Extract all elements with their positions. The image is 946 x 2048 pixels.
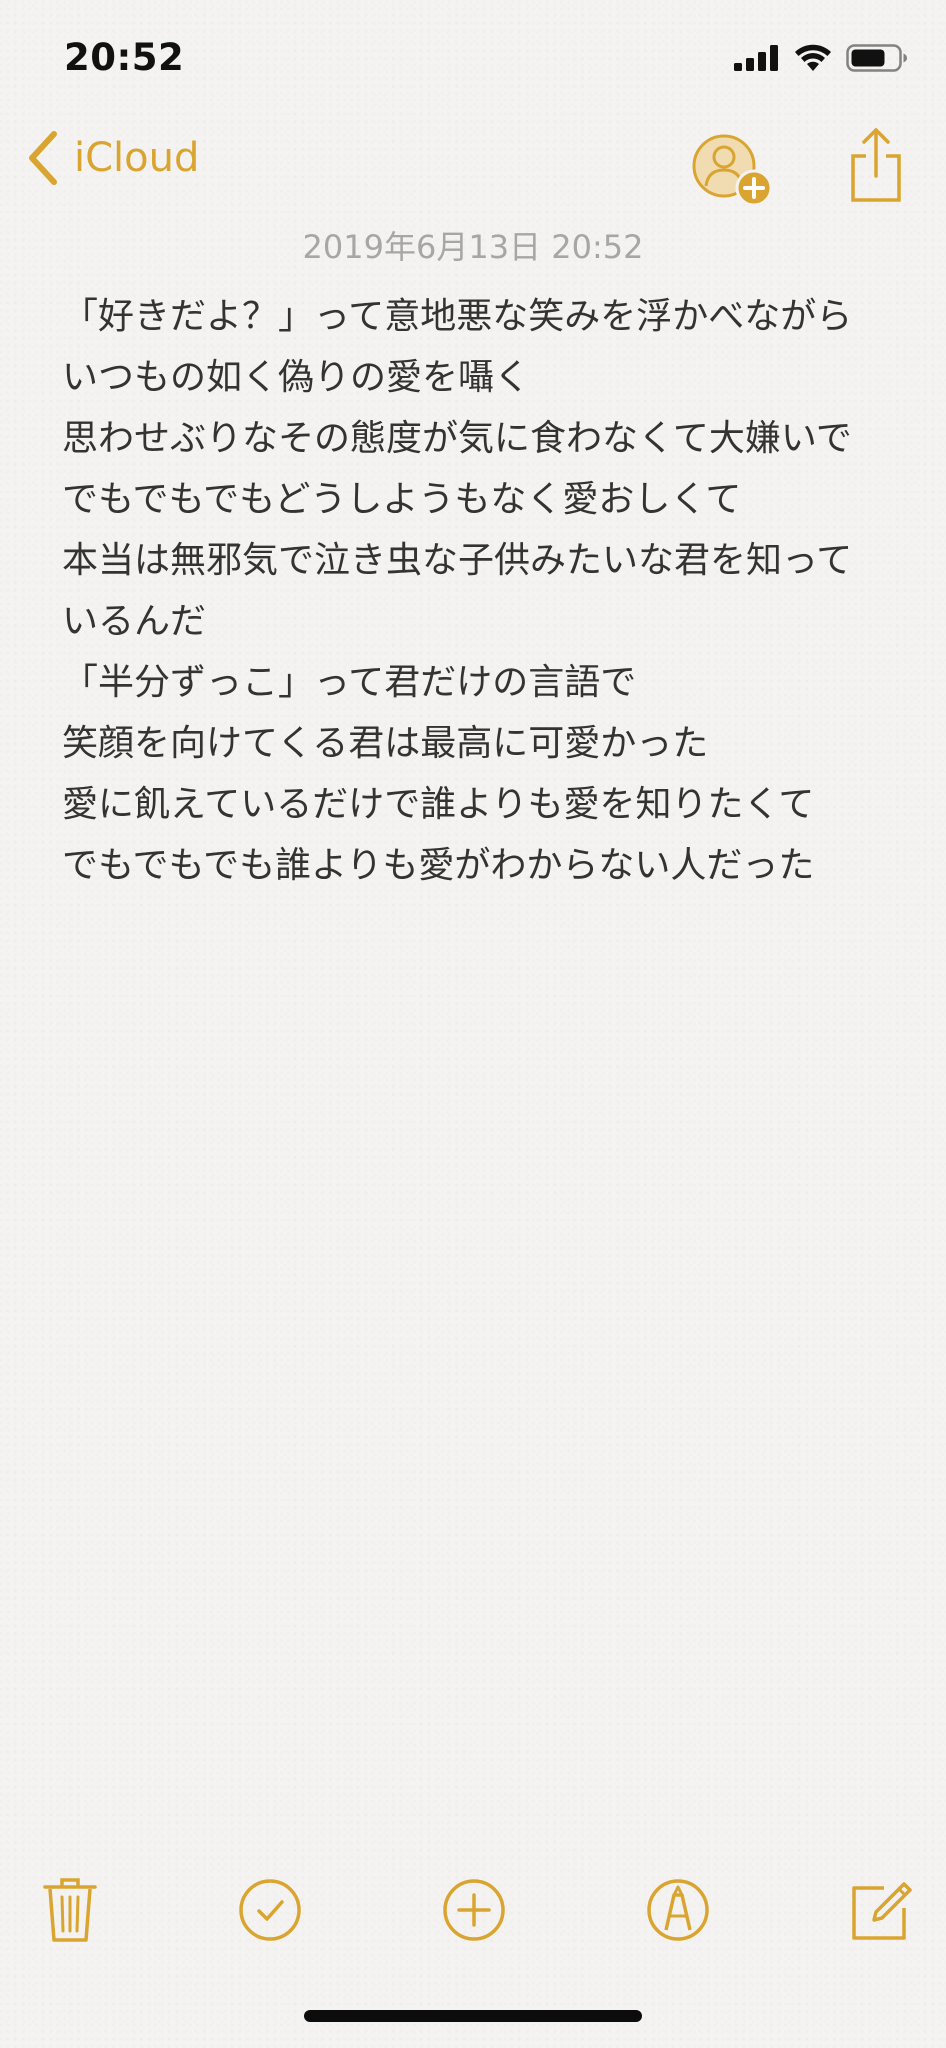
status-bar: 20:52: [0, 0, 946, 112]
add-person-icon: [692, 134, 773, 207]
navigation-bar: iCloud: [0, 120, 946, 210]
battery-icon: [846, 44, 907, 72]
plus-circle-icon: [443, 1879, 505, 1941]
chevron-left-icon: [29, 131, 57, 185]
wifi-icon: [795, 44, 831, 71]
note-date: 2019年6月13日 20:52: [302, 228, 644, 266]
markup-pen-icon: [647, 1879, 709, 1941]
back-label: iCloud: [74, 135, 200, 181]
add-people-button[interactable]: [692, 130, 776, 214]
share-button[interactable]: [850, 126, 902, 204]
checklist-button[interactable]: [234, 1874, 306, 1946]
markup-button[interactable]: [642, 1874, 714, 1946]
bottom-toolbar: [0, 1866, 946, 1956]
cellular-signal-icon: [734, 45, 778, 71]
compose-note-button[interactable]: [846, 1874, 918, 1946]
home-indicator[interactable]: [304, 2010, 642, 2022]
share-icon: [851, 128, 901, 202]
status-icons: [734, 44, 908, 72]
compose-icon: [852, 1882, 912, 1940]
back-button[interactable]: iCloud: [26, 130, 199, 186]
trash-icon: [43, 1878, 97, 1942]
note-body-text[interactable]: 「好きだよ？」って意地悪な笑みを浮かべながら いつもの如く偽りの愛を囁く 思わせ…: [62, 286, 882, 896]
delete-note-button[interactable]: [34, 1874, 106, 1946]
status-time: 20:52: [64, 36, 185, 79]
checkmark-circle-icon: [239, 1879, 301, 1941]
add-attachment-button[interactable]: [438, 1874, 510, 1946]
